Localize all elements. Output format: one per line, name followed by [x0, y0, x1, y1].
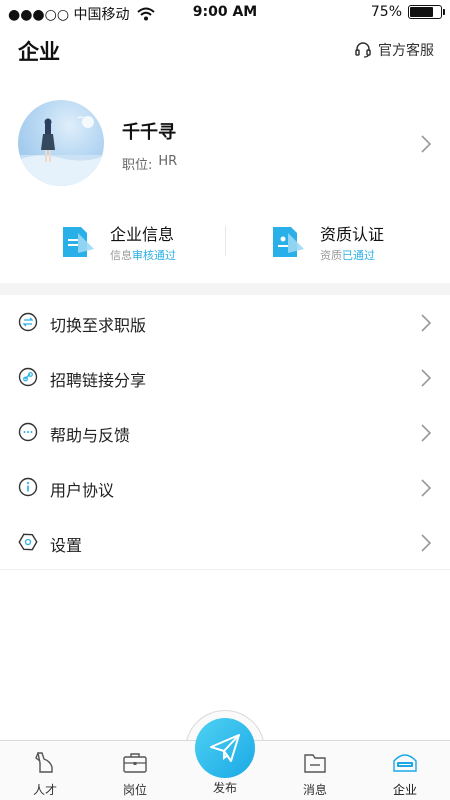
tab-positions[interactable]: 岗位: [90, 741, 180, 800]
company-info-status: 信息审核通过: [110, 247, 176, 263]
message-box-icon: [304, 754, 326, 773]
enterprise-screen: ●●●○○ 中国移动 9:00 AM 75% 企业 官方客服 千千寻 职位: H…: [0, 0, 450, 800]
publish-label: 发布: [212, 781, 237, 795]
menu-label: 帮助与反馈: [50, 426, 131, 445]
official-service-button[interactable]: 官方客服: [354, 40, 434, 60]
info-icon: [18, 477, 38, 497]
battery-icon: [408, 5, 445, 19]
section-divider: [0, 283, 450, 295]
switch-icon: [18, 312, 38, 332]
tab-label: 企业: [392, 783, 417, 797]
menu-label: 切换至求职版: [50, 316, 147, 335]
person-icon: [35, 752, 53, 773]
info-cards: 企业信息 信息审核通过 资质认证 资质已通过: [0, 216, 450, 268]
settings-menu: 切换至求职版 招聘链接分享 帮助与反馈 用户协议 设置: [0, 295, 450, 570]
chevron-right-icon: [421, 534, 432, 552]
chevron-right-icon: [421, 369, 432, 387]
menu-bottom-border: [0, 569, 450, 570]
role-label: 职位:: [122, 158, 153, 173]
profile-card[interactable]: 千千寻 职位: HR: [0, 100, 450, 188]
qualification-card[interactable]: 资质认证 资质已通过: [270, 216, 384, 268]
company-info-title: 企业信息: [110, 225, 175, 244]
battery-fill: [410, 7, 433, 17]
qualification-status: 资质已通过: [320, 247, 384, 263]
info-divider: [225, 226, 226, 256]
status-right: 75%: [370, 4, 445, 20]
avatar-illustration: [18, 116, 104, 186]
chevron-right-icon: [421, 314, 432, 332]
id-card-icon: [273, 227, 304, 257]
menu-label: 用户协议: [50, 481, 115, 500]
tab-label: 人才: [32, 783, 57, 797]
company-badge-icon: [393, 754, 417, 772]
menu-item-switch-job-seeker[interactable]: 切换至求职版: [0, 295, 450, 350]
page-title: 企业: [18, 40, 60, 64]
menu-label: 招聘链接分享: [50, 371, 147, 390]
tab-label: 岗位: [122, 783, 147, 797]
chevron-right-icon: [421, 135, 432, 153]
role-value: HR: [158, 154, 178, 169]
menu-label: 设置: [50, 536, 83, 555]
company-info-texts: 企业信息 信息审核通过: [110, 221, 176, 263]
profile-name: 千千寻: [122, 122, 176, 143]
chevron-right-icon: [421, 424, 432, 442]
status-bar: ●●●○○ 中国移动 9:00 AM 75%: [0, 0, 450, 26]
company-info-card[interactable]: 企业信息 信息审核通过: [60, 216, 176, 268]
link-icon: [18, 367, 38, 387]
profile-role: 职位: HR: [122, 154, 177, 173]
headset-icon: [355, 42, 371, 58]
briefcase-icon: [123, 753, 147, 773]
menu-item-help-feedback[interactable]: 帮助与反馈: [0, 405, 450, 460]
tab-enterprise[interactable]: 企业: [360, 741, 450, 800]
menu-item-share-link[interactable]: 招聘链接分享: [0, 350, 450, 405]
settings-hexagon-icon: [18, 533, 38, 551]
avatar: [18, 100, 104, 186]
chat-bubble-icon: [18, 422, 38, 442]
tab-messages[interactable]: 消息: [270, 741, 360, 800]
service-label: 官方客服: [378, 43, 434, 59]
document-icon: [63, 227, 94, 257]
menu-item-user-agreement[interactable]: 用户协议: [0, 460, 450, 515]
qualification-prefix: 资质: [320, 249, 342, 262]
company-info-status-text: 审核通过: [132, 249, 176, 262]
battery-percent: 75%: [370, 4, 402, 20]
tab-talent[interactable]: 人才: [0, 741, 90, 800]
paper-plane-icon: [210, 734, 240, 762]
menu-item-settings[interactable]: 设置: [0, 515, 450, 570]
page-header: 企业 官方客服: [0, 34, 450, 68]
qualification-status-text: 已通过: [342, 249, 375, 262]
tab-label: 消息: [302, 783, 327, 797]
publish-button[interactable]: [195, 718, 255, 778]
chevron-right-icon: [421, 479, 432, 497]
company-info-prefix: 信息: [110, 249, 132, 262]
qualification-texts: 资质认证 资质已通过: [320, 221, 384, 263]
qualification-title: 资质认证: [320, 225, 385, 244]
